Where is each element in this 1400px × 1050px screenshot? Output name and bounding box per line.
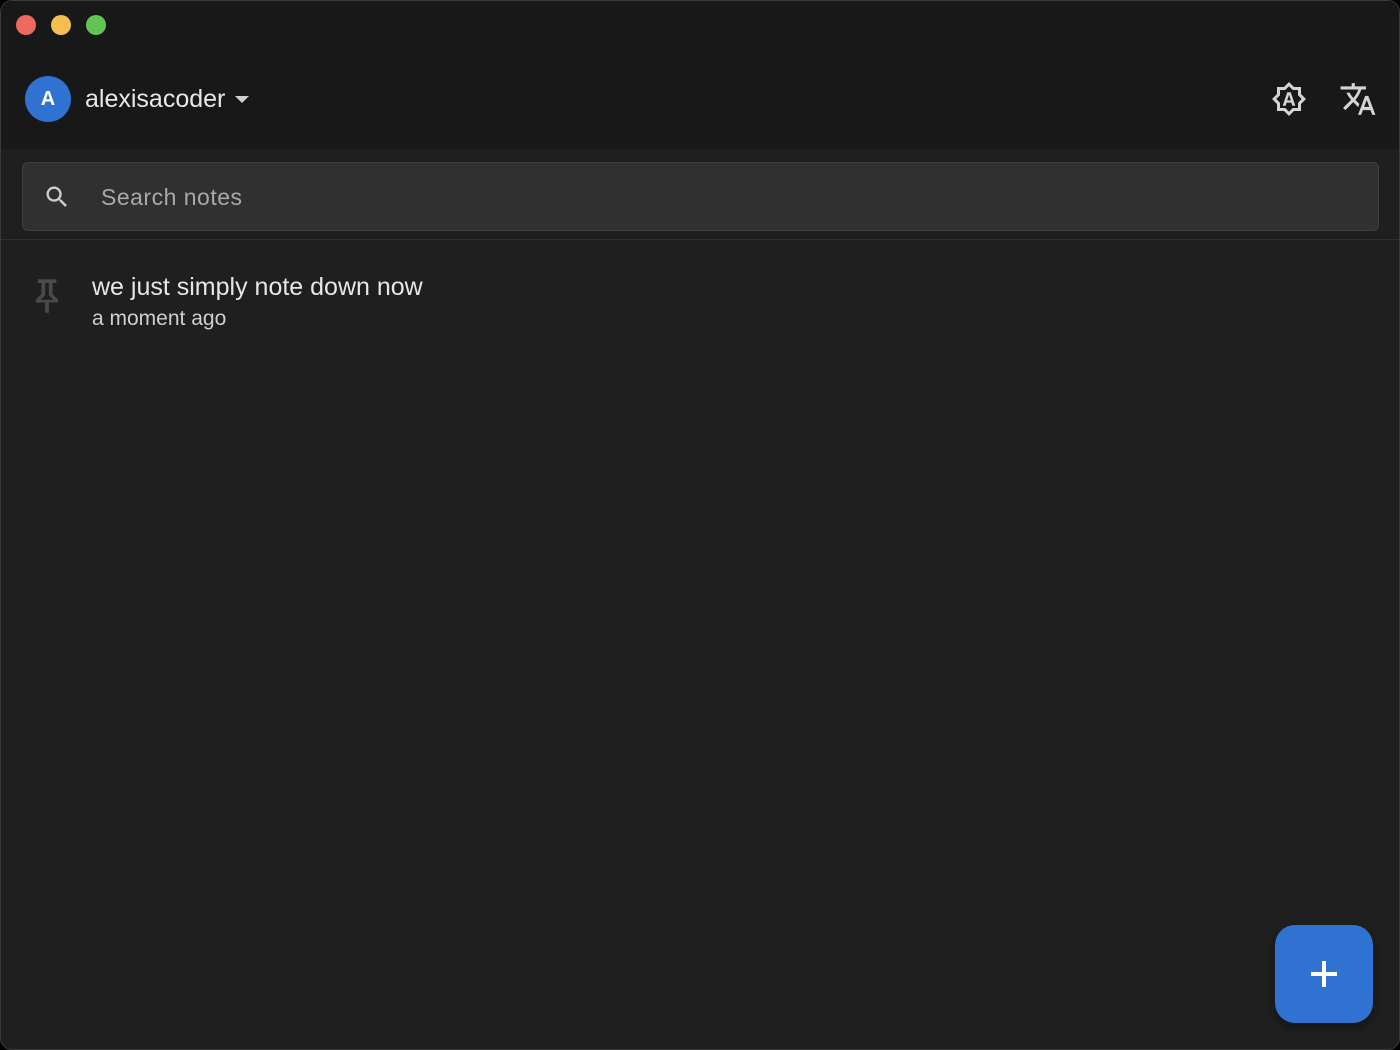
titlebar: A alexisacoder bbox=[1, 1, 1399, 149]
user-menu[interactable]: A alexisacoder bbox=[25, 76, 250, 122]
window-minimize-button[interactable] bbox=[51, 15, 71, 35]
search-box[interactable] bbox=[22, 162, 1379, 232]
plus-icon bbox=[1311, 961, 1337, 987]
search-input[interactable] bbox=[99, 163, 1353, 232]
chevron-down-icon bbox=[235, 95, 250, 103]
language-button[interactable] bbox=[1338, 79, 1378, 119]
pin-icon[interactable] bbox=[34, 279, 60, 313]
translate-icon bbox=[1340, 83, 1376, 115]
avatar: A bbox=[25, 76, 71, 122]
window-close-button[interactable] bbox=[16, 15, 36, 35]
search-icon bbox=[46, 186, 67, 207]
app-window: A alexisacoder we bbox=[0, 0, 1400, 1050]
theme-toggle-button[interactable] bbox=[1269, 79, 1309, 119]
list-item[interactable]: we just simply note down now a moment ag… bbox=[1, 259, 1399, 349]
note-title: we just simply note down now bbox=[92, 273, 423, 301]
window-maximize-button[interactable] bbox=[86, 15, 106, 35]
note-timestamp: a moment ago bbox=[92, 307, 227, 330]
auto-brightness-icon bbox=[1272, 82, 1306, 116]
username: alexisacoder bbox=[85, 84, 226, 113]
add-note-button[interactable] bbox=[1275, 925, 1373, 1023]
search-area bbox=[1, 149, 1399, 240]
